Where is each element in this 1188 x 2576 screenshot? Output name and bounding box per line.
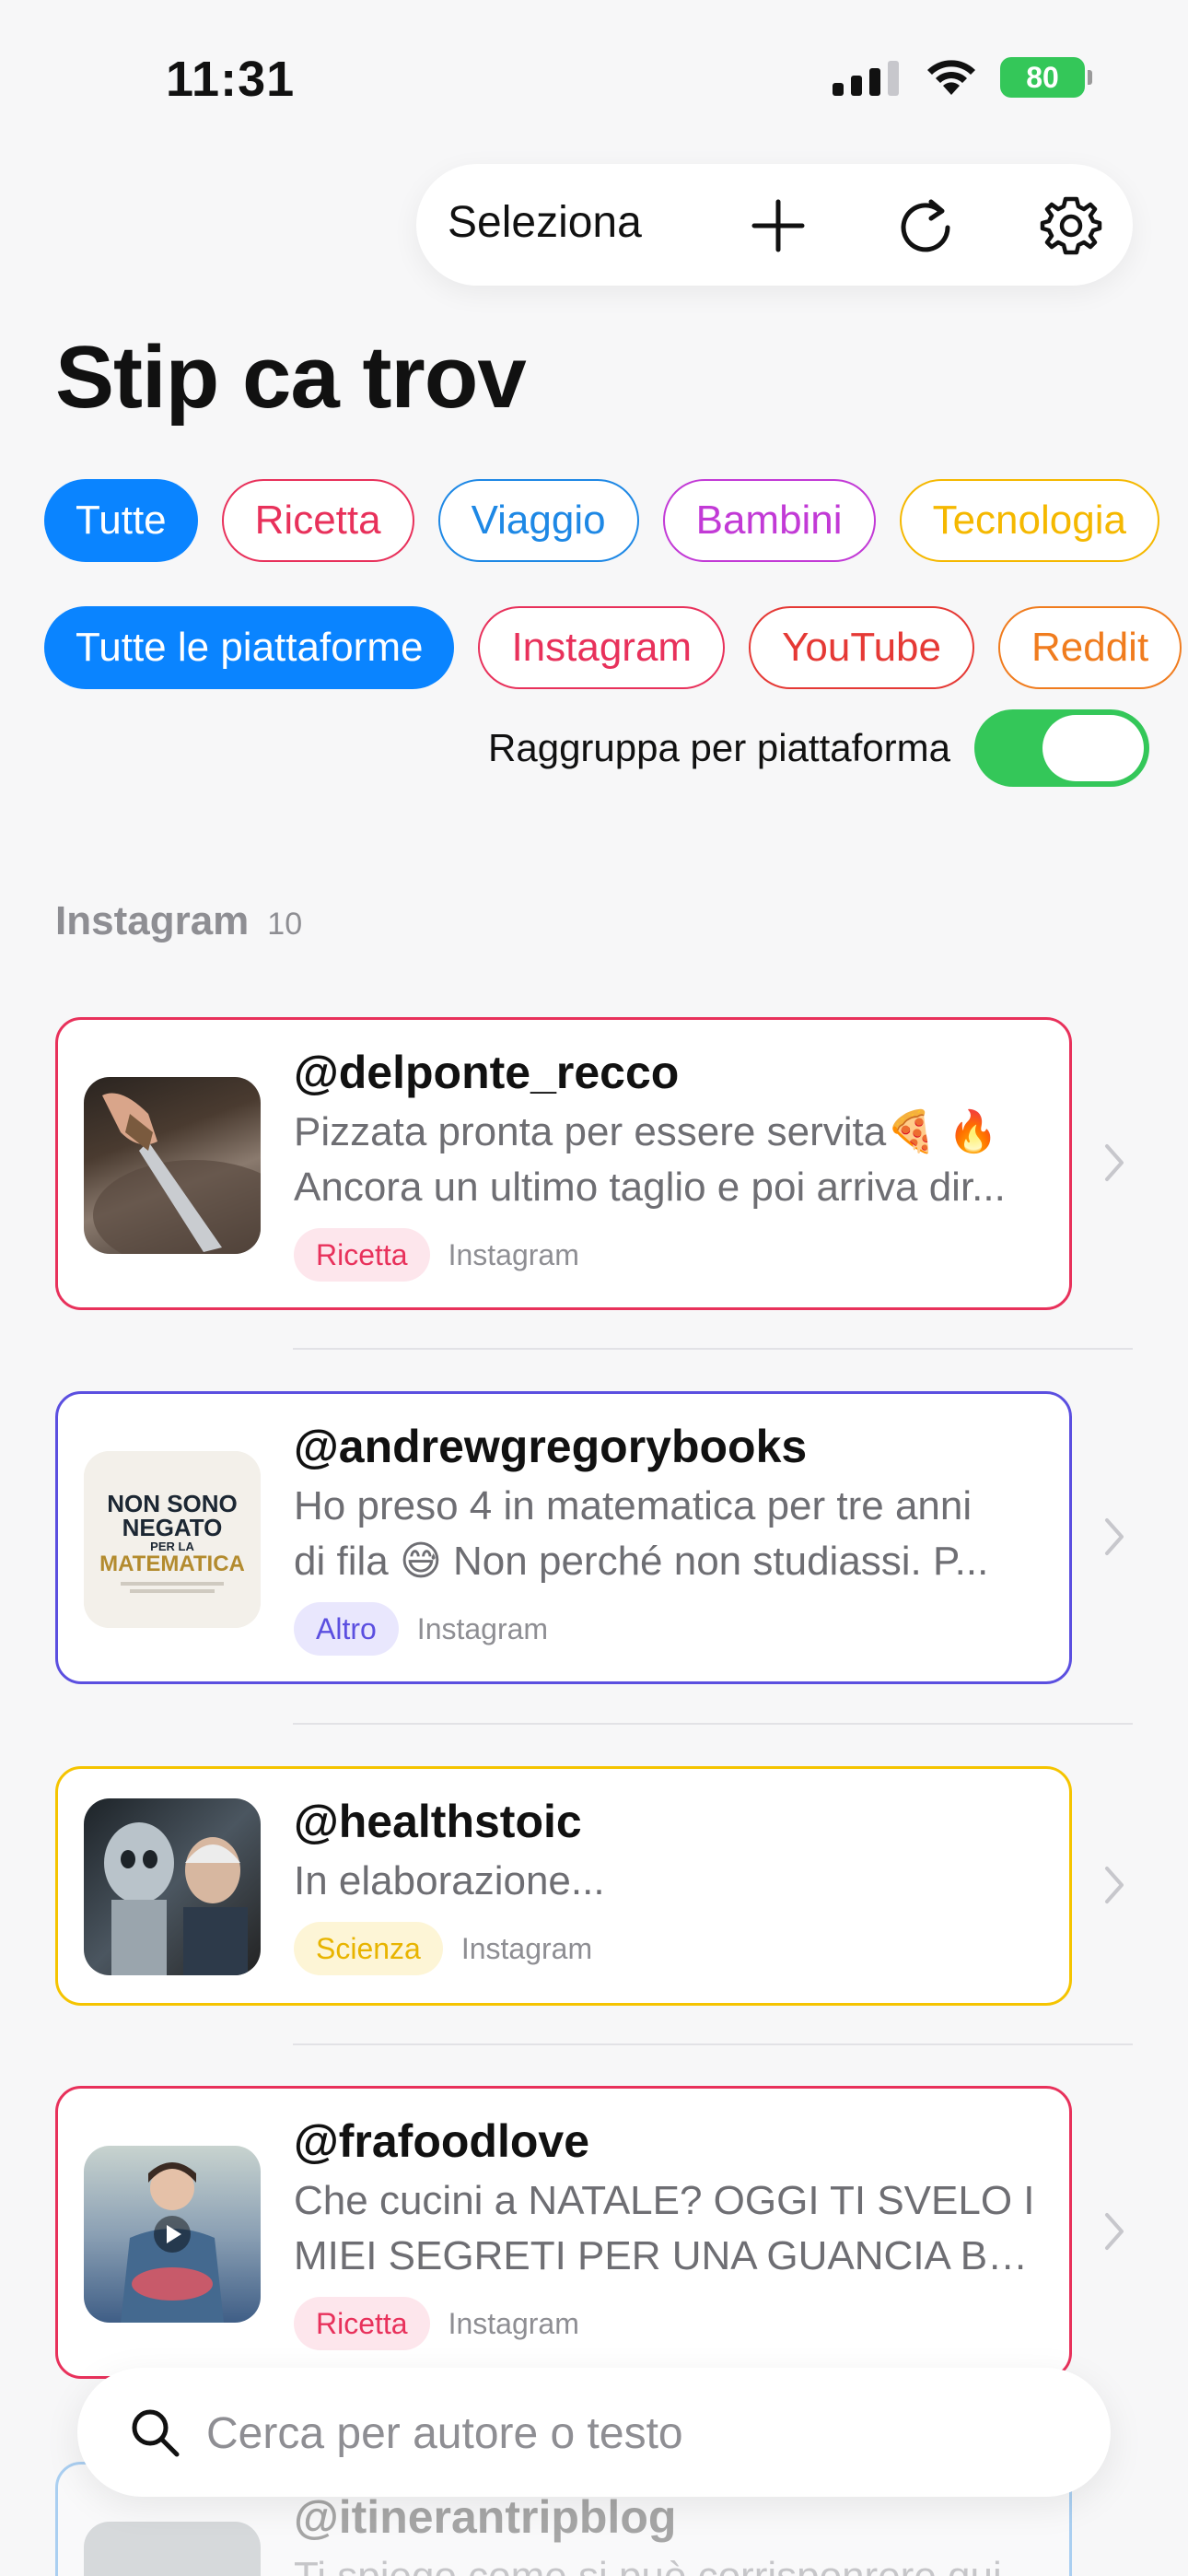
- refresh-button[interactable]: [893, 193, 958, 258]
- card-handle: @andrewgregorybooks: [294, 1421, 808, 1472]
- card-handle: @delponte_recco: [294, 1047, 680, 1098]
- card-item[interactable]: @frafoodlove Che cucini a NATALE? OGGI T…: [55, 2086, 1072, 2379]
- page-title: Stip ca trov: [55, 328, 527, 427]
- card-item[interactable]: NON SONO NEGATO PER LA MATEMATICA @andre…: [55, 1391, 1072, 1684]
- group-by-platform-toggle[interactable]: [974, 709, 1149, 787]
- cellular-signal-icon: [833, 61, 899, 96]
- chevron-right-icon[interactable]: [1096, 1509, 1133, 1564]
- book-cover-image: NON SONO NEGATO PER LA MATEMATICA: [84, 1451, 261, 1628]
- post-thumbnail: [84, 1798, 261, 1975]
- card-text: Ho preso 4 in matematica per tre anni di…: [294, 1479, 1049, 1589]
- platform-label: Instagram: [448, 1237, 579, 1271]
- card-item[interactable]: @healthstoic In elaborazione... Scienza …: [55, 1766, 1072, 2006]
- search-input[interactable]: Cerca per autore o testo: [206, 2408, 683, 2459]
- category-tag: Scienza: [294, 1922, 443, 1975]
- status-time: 11:31: [166, 52, 296, 107]
- category-tag: Ricetta: [294, 2297, 430, 2350]
- status-icons: 80: [833, 57, 1092, 98]
- divider: [293, 2043, 1133, 2045]
- search-icon: [132, 2409, 180, 2457]
- card-text: Pizzata pronta per essere servita🍕 🔥 Anc…: [294, 1105, 1049, 1215]
- wifi-icon: [927, 60, 975, 95]
- card-handle: @healthstoic: [294, 1796, 582, 1847]
- card-text: Ti spiego come si può corrisponrere qui: [294, 2549, 1049, 2576]
- post-thumbnail: [84, 2522, 261, 2576]
- divider: [293, 1723, 1133, 1725]
- add-button[interactable]: [746, 193, 810, 258]
- chevron-right-icon[interactable]: [1096, 1857, 1133, 1913]
- post-thumbnail: NON SONO NEGATO PER LA MATEMATICA: [84, 1451, 261, 1628]
- chevron-right-icon[interactable]: [1096, 1135, 1133, 1190]
- chip-platform-reddit[interactable]: Reddit: [997, 606, 1182, 689]
- card-handle: @frafoodlove: [294, 2115, 589, 2167]
- divider: [293, 1348, 1133, 1350]
- group-by-platform-label: Raggruppa per piattaforma: [488, 726, 950, 769]
- select-button[interactable]: Seleziona: [448, 197, 642, 248]
- post-thumbnail: [84, 2146, 261, 2323]
- toggle-knob: [1042, 715, 1144, 781]
- plus-icon: [751, 199, 805, 252]
- chip-platform-instagram[interactable]: Instagram: [478, 606, 726, 689]
- card-item[interactable]: @delponte_recco Pizzata pronta per esser…: [55, 1017, 1072, 1310]
- category-tag: Ricetta: [294, 1228, 430, 1282]
- chip-category-viaggio[interactable]: Viaggio: [437, 479, 639, 562]
- video-thumbnail-image: [121, 2162, 224, 2323]
- section-count: 10: [267, 907, 303, 942]
- card-handle: @itinerantripblog: [294, 2491, 677, 2543]
- platform-label: Instagram: [448, 2306, 579, 2340]
- category-filter-row: Tutte Ricetta Viaggio Bambini Tecnologia: [44, 479, 1159, 562]
- card-meta: Scienza Instagram: [294, 1922, 592, 1975]
- group-by-platform-row: Raggruppa per piattaforma: [488, 709, 1149, 787]
- chip-category-all[interactable]: Tutte: [44, 479, 198, 562]
- chip-category-tecnologia[interactable]: Tecnologia: [899, 479, 1159, 562]
- card-text: Che cucini a NATALE? OGGI TI SVELO I MIE…: [294, 2173, 1049, 2284]
- card-text-line: Ho preso 4 in matematica per tre anni: [294, 1483, 973, 1528]
- chevron-right-icon[interactable]: [1096, 2204, 1133, 2259]
- card-meta: Ricetta Instagram: [294, 2297, 579, 2350]
- book-title-line: MATEMATICA: [99, 1551, 245, 1576]
- battery-indicator: 80: [1000, 57, 1092, 98]
- book-title-line: NEGATO: [122, 1514, 223, 1541]
- platform-label: Instagram: [416, 1611, 549, 1645]
- skeleton-doctor-image: [104, 1822, 248, 1975]
- chip-category-bambini[interactable]: Bambini: [662, 479, 876, 562]
- settings-button[interactable]: [1039, 193, 1103, 258]
- section-header: Instagram 10: [55, 898, 302, 944]
- toolbar: Seleziona: [416, 164, 1133, 286]
- battery-level: 80: [1026, 60, 1059, 94]
- card-meta: Altro Instagram: [294, 1602, 548, 1656]
- platform-filter-row: Tutte le piattaforme Instagram YouTube R…: [44, 606, 1182, 689]
- card-text-line: di fila 😅 Non perché non studiassi. P...: [294, 1539, 989, 1584]
- card-text-line: Ti spiego come si può corrisponrere qui: [294, 2549, 1049, 2576]
- gear-icon: [1040, 196, 1102, 255]
- refresh-icon: [901, 199, 950, 252]
- status-bar: 11:31 80: [0, 0, 1188, 157]
- card-text: In elaborazione...: [294, 1854, 1049, 1909]
- chip-platform-all[interactable]: Tutte le piattaforme: [44, 606, 455, 689]
- card-text-line: Che cucini a NATALE? OGGI TI SVELO I: [294, 2178, 1035, 2223]
- card-meta: Ricetta Instagram: [294, 1228, 579, 1282]
- chip-category-ricetta[interactable]: Ricetta: [221, 479, 414, 562]
- chip-platform-youtube[interactable]: YouTube: [749, 606, 974, 689]
- card-text-line: In elaborazione...: [294, 1858, 605, 1903]
- category-tag: Altro: [294, 1602, 399, 1656]
- card-text-line: MIEI SEGRETI PER UNA GUANCIA BR...: [294, 2233, 1049, 2278]
- post-thumbnail: [84, 1077, 261, 1254]
- section-title: Instagram: [55, 898, 250, 943]
- card-text-line: Ancora un ultimo taglio e poi arriva dir…: [294, 1165, 1006, 1210]
- card-text-line: Pizzata pronta per essere servita🍕 🔥: [294, 1109, 998, 1154]
- platform-label: Instagram: [460, 1931, 593, 1965]
- search-bar[interactable]: Cerca per autore o testo: [77, 2368, 1111, 2497]
- pizza-cutting-image: [93, 1093, 261, 1254]
